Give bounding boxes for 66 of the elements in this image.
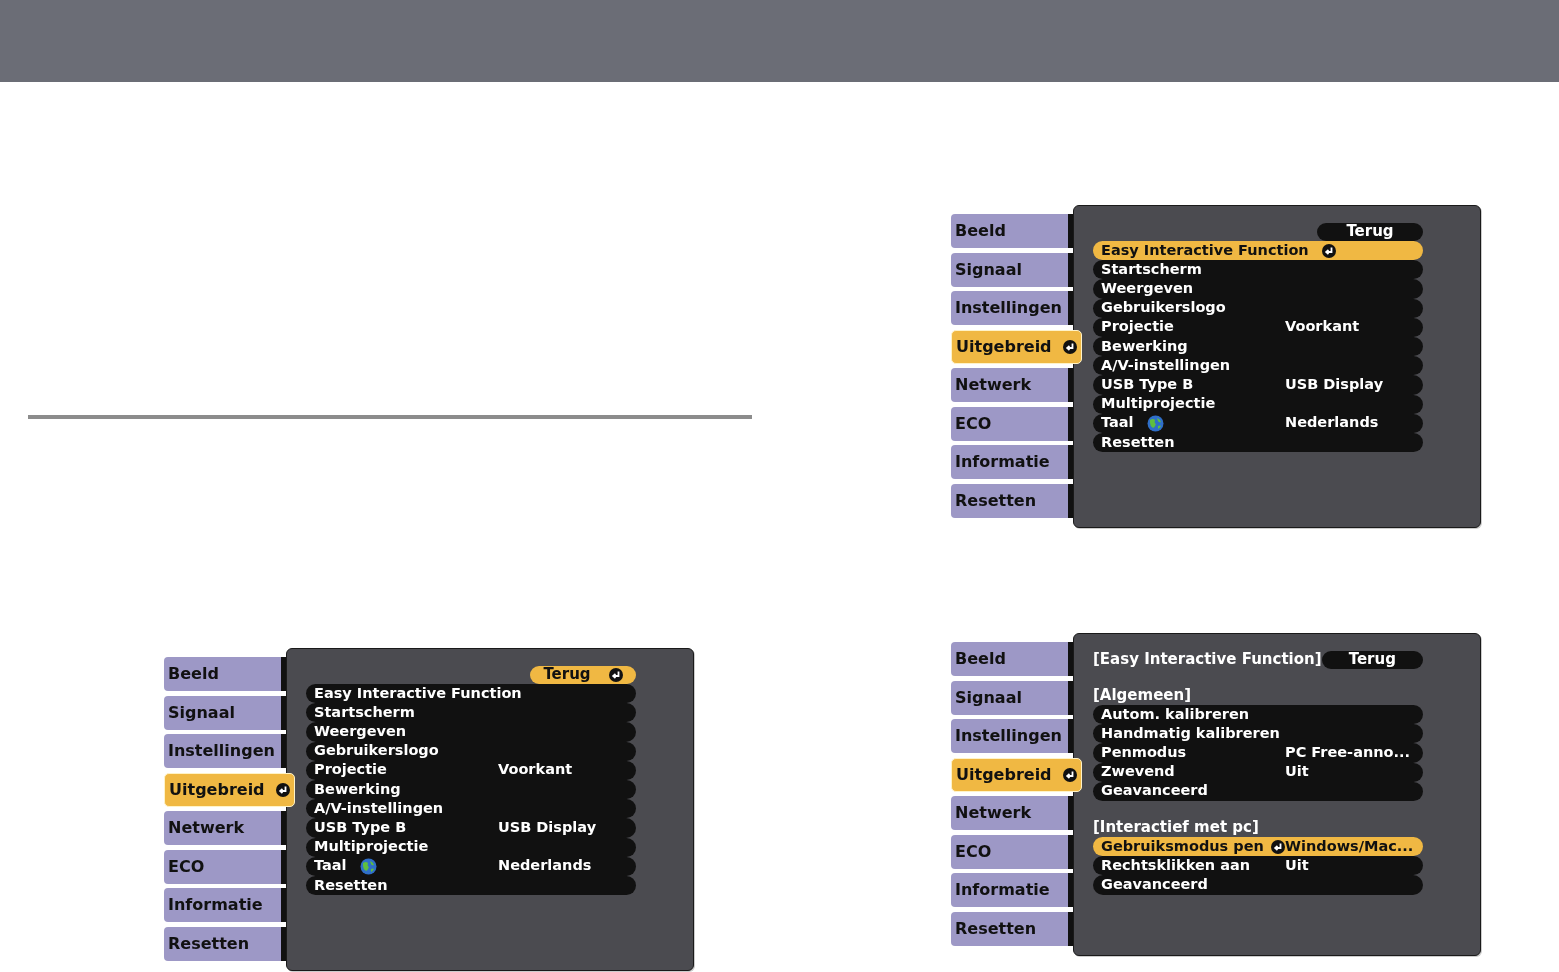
section-heading: [Interactief met pc] [1093,817,1260,837]
enter-icon [1271,839,1285,854]
enter-icon [1321,243,1336,258]
menu-tab[interactable]: Instellingen [951,291,1073,325]
section-heading: [Algemeen] [1093,686,1193,705]
menu-item[interactable]: Taal Nederlands [1093,413,1423,433]
menu-item[interactable]: Gebruikerslogo [306,741,636,761]
menu-tab[interactable]: ECO [951,406,1073,441]
menu-item[interactable]: Projectie Voorkant [1093,317,1423,337]
menu-tab[interactable]: ECO [951,834,1073,869]
menu-tab[interactable]: Signaal [951,680,1073,715]
enter-icon [1063,767,1077,782]
menu-tab[interactable]: Instellingen [164,734,286,768]
menu-tab[interactable]: Uitgebreid [951,757,1082,792]
menu-item[interactable]: Multiprojectie [1093,394,1423,414]
back-button[interactable]: Terug [530,665,636,684]
menu-tab[interactable]: Resetten [164,926,286,961]
menu-tab[interactable]: ECO [164,849,286,884]
menu-item[interactable]: Autom. kalibreren [1093,705,1423,725]
enter-icon [276,782,290,797]
menu-item[interactable]: Rechtsklikken aan Uit [1093,856,1423,876]
menu-item[interactable]: Taal Nederlands [306,856,636,876]
enter-icon [1063,339,1077,354]
menu-item[interactable]: Weergeven [1093,279,1423,299]
menu-tab[interactable]: Beeld [951,214,1073,248]
menu-item[interactable]: Easy Interactive Function [306,684,636,704]
menu-item[interactable]: Geavanceerd [1093,781,1423,801]
menu-item[interactable]: USB Type B USB Display [306,818,636,838]
menu-item[interactable]: Gebruikerslogo [1093,298,1423,318]
menu-tab[interactable]: Uitgebreid [164,772,295,807]
back-button[interactable]: Terug [1321,650,1423,669]
menu-item[interactable]: Resetten [306,875,636,896]
enter-icon [608,667,623,682]
menu-tab[interactable]: Beeld [951,642,1073,676]
menu-item[interactable]: Multiprojectie [306,837,636,857]
menu-item[interactable]: Zwevend Uit [1093,762,1423,782]
menu-tab[interactable]: Netwerk [164,811,286,845]
menu-item[interactable]: Startscherm [306,703,636,723]
menu-item[interactable]: Handmatig kalibreren [1093,724,1423,744]
menu-item[interactable]: Bewerking [306,779,636,800]
menu-item[interactable]: Weergeven [306,722,636,742]
menu-item[interactable]: Resetten [1093,432,1423,453]
menu-item[interactable]: Gebruiksmodus pen Windows/Mac... [1093,836,1423,857]
menu-item[interactable]: A/V-instellingen [306,799,636,819]
menu-item[interactable]: USB Type B USB Display [1093,375,1423,395]
menu-tab[interactable]: Netwerk [951,796,1073,830]
menu-tab[interactable]: Signaal [164,695,286,730]
menu-item[interactable]: Easy Interactive Function [1093,241,1423,261]
menu-tab[interactable]: Resetten [951,911,1073,946]
menu-tab[interactable]: Informatie [951,445,1073,479]
menu-tab[interactable]: Uitgebreid [951,329,1082,364]
menu-item[interactable]: Penmodus PC Free-anno... [1093,743,1423,763]
menu-title: [Easy Interactive Function] [1093,649,1322,671]
menu-tab[interactable]: Informatie [951,873,1073,907]
menu-item[interactable]: Projectie Voorkant [306,760,636,780]
menu-tab[interactable]: Signaal [951,252,1073,287]
menu-tab[interactable]: Informatie [164,888,286,922]
menu-item[interactable]: Startscherm [1093,260,1423,280]
menu-tab[interactable]: Instellingen [951,719,1073,753]
menu-item[interactable]: Bewerking [1093,336,1423,357]
menu-tab[interactable]: Beeld [164,657,286,691]
menu-tab[interactable]: Netwerk [951,368,1073,402]
menu-item[interactable]: Geavanceerd [1093,875,1423,895]
menu-tab[interactable]: Resetten [951,483,1073,518]
back-button[interactable]: Terug [1317,222,1423,241]
menu-item[interactable]: A/V-instellingen [1093,356,1423,376]
